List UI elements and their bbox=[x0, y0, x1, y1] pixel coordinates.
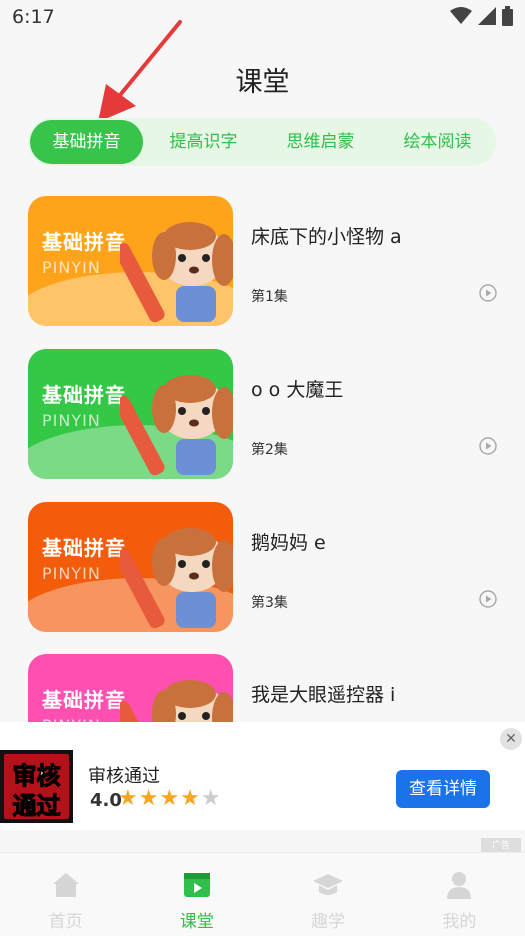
nav-profile[interactable]: 我的 bbox=[394, 853, 525, 936]
star-rating-icon: ★★★★★ bbox=[118, 786, 222, 811]
lesson-item[interactable]: 基础拼音 PINYIN 床底下的小怪物 a 第1集 bbox=[28, 196, 498, 326]
status-time: 6:17 bbox=[12, 6, 55, 28]
thumbnail-subtitle: PINYIN bbox=[42, 564, 101, 583]
page-title: 课堂 bbox=[235, 67, 290, 98]
puppy-mascot-icon bbox=[120, 528, 233, 629]
play-icon[interactable] bbox=[479, 590, 497, 608]
episode-label: 第1集 bbox=[251, 289, 288, 305]
puppy-mascot-icon bbox=[120, 222, 233, 323]
nav-profile-label: 我的 bbox=[442, 912, 477, 932]
ad-title: 审核通过 bbox=[88, 766, 160, 787]
bottom-nav: 首页 课堂 趣学 我的 bbox=[0, 852, 525, 936]
lesson-item[interactable]: 基础拼音 PINYIN o o 大魔王 第2集 bbox=[28, 349, 498, 479]
nav-fun-learning-label: 趣学 bbox=[311, 912, 346, 932]
thumbnail-subtitle: PINYIN bbox=[42, 258, 101, 277]
nav-fun-learning[interactable]: 趣学 bbox=[263, 853, 394, 936]
lesson-thumbnail[interactable]: 基础拼音 PINYIN bbox=[28, 502, 233, 632]
tab-thinking-enlightenment[interactable]: 思维启蒙 bbox=[264, 120, 377, 164]
lesson-title: 床底下的小怪物 a bbox=[251, 226, 402, 248]
lesson-thumbnail[interactable]: 基础拼音 PINYIN bbox=[28, 349, 233, 479]
user-icon bbox=[447, 872, 472, 899]
lesson-item[interactable]: 基础拼音 PINYIN 鹅妈妈 e 第3集 bbox=[28, 502, 498, 632]
thumbnail-title: 基础拼音 bbox=[42, 383, 126, 407]
video-play-icon bbox=[183, 873, 210, 897]
nav-home-label: 首页 bbox=[48, 912, 83, 932]
thumbnail-subtitle: PINYIN bbox=[42, 411, 101, 430]
episode-label: 第3集 bbox=[251, 595, 288, 611]
lesson-title: 鹅妈妈 e bbox=[251, 532, 326, 554]
status-icons bbox=[450, 6, 513, 26]
lesson-title: o o 大魔王 bbox=[251, 379, 344, 401]
tab-picture-book-reading[interactable]: 绘本阅读 bbox=[381, 120, 494, 164]
wifi-icon bbox=[450, 7, 472, 24]
lesson-title: 我是大眼遥控器 i bbox=[251, 684, 396, 706]
episode-label: 第2集 bbox=[251, 442, 288, 458]
close-ad-button[interactable]: ✕ bbox=[500, 728, 522, 750]
ad-banner[interactable]: 审核 通过 审核通过 4.0 ★★★★★ 查看详情 ✕ bbox=[0, 722, 525, 830]
play-icon[interactable] bbox=[479, 284, 497, 302]
thumbnail-title: 基础拼音 bbox=[42, 536, 126, 560]
battery-icon bbox=[502, 6, 513, 26]
nav-home[interactable]: 首页 bbox=[0, 853, 131, 936]
nav-classroom-label: 课堂 bbox=[179, 912, 214, 932]
thumbnail-title: 基础拼音 bbox=[42, 230, 126, 254]
puppy-mascot-icon bbox=[120, 375, 233, 476]
ad-logo: 审核 通过 bbox=[0, 750, 73, 823]
tab-improve-literacy[interactable]: 提高识字 bbox=[147, 120, 260, 164]
category-tabs: 基础拼音 提高识字 思维启蒙 绘本阅读 bbox=[28, 118, 496, 166]
cellular-signal-icon bbox=[478, 7, 496, 25]
home-icon bbox=[52, 873, 79, 897]
status-bar: 6:17 bbox=[0, 0, 525, 36]
ad-logo-line2: 通过 bbox=[12, 792, 61, 821]
thumbnail-title: 基础拼音 bbox=[42, 688, 126, 712]
lesson-thumbnail[interactable]: 基础拼音 PINYIN bbox=[28, 196, 233, 326]
view-details-button[interactable]: 查看详情 bbox=[396, 770, 490, 808]
graduation-cap-icon bbox=[313, 874, 344, 895]
play-icon[interactable] bbox=[479, 437, 497, 455]
nav-classroom[interactable]: 课堂 bbox=[131, 853, 262, 936]
tab-basic-pinyin[interactable]: 基础拼音 bbox=[30, 120, 143, 164]
